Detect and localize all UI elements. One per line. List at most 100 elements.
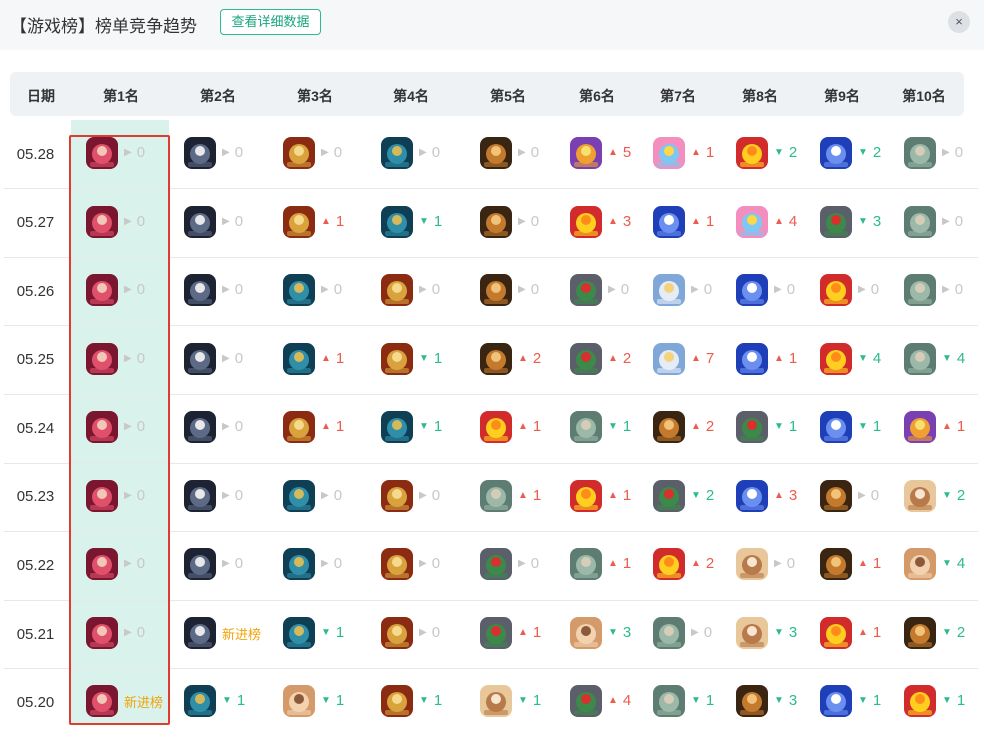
rank-cell[interactable]: ▲ 1 — [653, 206, 743, 240]
rank-cell[interactable]: ▲ 4 — [736, 206, 826, 240]
tiger-warrior-game-icon[interactable] — [820, 480, 852, 512]
dark-swordsman-game-icon[interactable] — [184, 206, 216, 238]
tiger-warrior-game-icon[interactable] — [653, 411, 685, 443]
rank-cell[interactable]: ▼ 1 — [381, 411, 471, 445]
rank-cell[interactable]: ▶ 0 — [184, 548, 274, 582]
purple-cannon-game-icon[interactable] — [570, 137, 602, 169]
golden-armor-hero-game-icon[interactable] — [381, 548, 413, 580]
rank-cell[interactable]: ▲ 1 — [283, 411, 373, 445]
anime-girl-game-icon[interactable] — [480, 685, 512, 717]
yellow-duck-game-icon[interactable] — [736, 137, 768, 169]
yellow-duck-game-icon[interactable] — [570, 480, 602, 512]
blue-penguin-game-icon[interactable] — [820, 685, 852, 717]
teal-tank-game-icon[interactable] — [381, 206, 413, 238]
yellow-duck-game-icon[interactable] — [480, 411, 512, 443]
rank-cell[interactable]: ▼ 1 — [820, 411, 910, 445]
rank-cell[interactable]: ▶ 0 — [904, 274, 984, 308]
rank-cell[interactable]: ▼ 1 — [904, 685, 984, 719]
rank-cell[interactable]: ▼ 1 — [283, 617, 373, 651]
rank-cell[interactable]: ▼ 1 — [736, 411, 826, 445]
blue-penguin-game-icon[interactable] — [820, 137, 852, 169]
rank-cell[interactable]: ▲ 1 — [820, 617, 910, 651]
racing-road-game-icon[interactable] — [480, 548, 512, 580]
rank-cell[interactable]: ▼ 1 — [381, 206, 471, 240]
racing-road-game-icon[interactable] — [820, 206, 852, 238]
teal-tank-game-icon[interactable] — [283, 548, 315, 580]
tiger-warrior-game-icon[interactable] — [736, 685, 768, 717]
rank-cell[interactable]: ▶ 0 — [283, 137, 373, 171]
blue-penguin-game-icon[interactable] — [736, 343, 768, 375]
rank-cell[interactable]: ▼ 2 — [904, 480, 984, 514]
rank-cell[interactable]: ▲ 2 — [570, 343, 660, 377]
rank-cell[interactable]: ▲ 4 — [570, 685, 660, 719]
golden-armor-hero-game-icon[interactable] — [381, 617, 413, 649]
rank-cell[interactable]: ▶ 0 — [381, 617, 471, 651]
rank-cell[interactable]: ▶ 0 — [184, 343, 274, 377]
teal-tank-game-icon[interactable] — [184, 685, 216, 717]
rank-cell[interactable]: ▼ 4 — [820, 343, 910, 377]
golden-armor-hero-game-icon[interactable] — [381, 343, 413, 375]
rank-cell[interactable]: ▲ 5 — [570, 137, 660, 171]
golden-armor-hero-game-icon[interactable] — [283, 411, 315, 443]
rank-cell[interactable]: ▼ 1 — [184, 685, 274, 719]
teal-tank-game-icon[interactable] — [381, 137, 413, 169]
rank-cell[interactable]: ▲ 1 — [283, 343, 373, 377]
stone-face-game-icon[interactable] — [904, 343, 936, 375]
golden-armor-hero-game-icon[interactable] — [381, 480, 413, 512]
stone-face-game-icon[interactable] — [570, 411, 602, 443]
yellow-duck-game-icon[interactable] — [653, 548, 685, 580]
yellow-duck-game-icon[interactable] — [820, 343, 852, 375]
blue-penguin-game-icon[interactable] — [736, 480, 768, 512]
yellow-duck-game-icon[interactable] — [570, 206, 602, 238]
dark-swordsman-game-icon[interactable] — [184, 617, 216, 649]
rank-cell[interactable]: ▼ 2 — [904, 617, 984, 651]
rank-cell[interactable]: ▲ 1 — [480, 480, 570, 514]
rank-cell[interactable]: ▲ 1 — [480, 617, 570, 651]
rank-cell[interactable]: ▼ 1 — [283, 685, 373, 719]
pink-party-game-icon[interactable] — [736, 206, 768, 238]
dancing-girl-game-icon[interactable] — [283, 685, 315, 717]
rank-cell[interactable]: ▼ 2 — [736, 137, 826, 171]
anime-girl-game-icon[interactable] — [904, 480, 936, 512]
rank-cell[interactable]: ▲ 1 — [736, 343, 826, 377]
yellow-duck-game-icon[interactable] — [820, 274, 852, 306]
rank-cell[interactable]: ▼ 1 — [820, 685, 910, 719]
blue-penguin-game-icon[interactable] — [820, 411, 852, 443]
blue-penguin-game-icon[interactable] — [653, 206, 685, 238]
rank-cell[interactable]: ▶ 0 — [184, 411, 274, 445]
rank-cell[interactable]: 新进榜 — [184, 617, 274, 651]
dark-swordsman-game-icon[interactable] — [184, 480, 216, 512]
stone-face-game-icon[interactable] — [653, 617, 685, 649]
rank-cell[interactable]: ▶ 0 — [184, 137, 274, 171]
rank-cell[interactable]: ▼ 1 — [381, 343, 471, 377]
dark-swordsman-game-icon[interactable] — [184, 411, 216, 443]
stone-face-game-icon[interactable] — [904, 137, 936, 169]
racing-road-game-icon[interactable] — [570, 274, 602, 306]
rank-cell[interactable]: ▼ 3 — [736, 685, 826, 719]
rank-cell[interactable]: ▲ 7 — [653, 343, 743, 377]
dark-swordsman-game-icon[interactable] — [184, 137, 216, 169]
tiger-warrior-game-icon[interactable] — [480, 206, 512, 238]
blue-penguin-game-icon[interactable] — [736, 274, 768, 306]
tiger-warrior-game-icon[interactable] — [904, 617, 936, 649]
rank-cell[interactable]: ▶ 0 — [480, 137, 570, 171]
tiger-warrior-game-icon[interactable] — [480, 274, 512, 306]
rank-cell[interactable]: ▶ 0 — [736, 548, 826, 582]
rank-cell[interactable]: ▶ 0 — [904, 206, 984, 240]
rank-cell[interactable]: ▼ 3 — [570, 617, 660, 651]
yellow-duck-game-icon[interactable] — [820, 617, 852, 649]
rank-cell[interactable]: ▼ 3 — [736, 617, 826, 651]
racing-road-game-icon[interactable] — [480, 617, 512, 649]
rank-cell[interactable]: ▼ 4 — [904, 548, 984, 582]
rank-cell[interactable]: ▲ 1 — [480, 411, 570, 445]
rank-cell[interactable]: ▶ 0 — [283, 480, 373, 514]
rank-cell[interactable]: ▶ 0 — [283, 274, 373, 308]
golden-armor-hero-game-icon[interactable] — [283, 206, 315, 238]
teal-tank-game-icon[interactable] — [283, 617, 315, 649]
dark-swordsman-game-icon[interactable] — [184, 274, 216, 306]
rank-cell[interactable]: ▶ 0 — [381, 137, 471, 171]
stone-face-game-icon[interactable] — [904, 274, 936, 306]
stone-face-game-icon[interactable] — [904, 206, 936, 238]
rank-cell[interactable]: ▼ 2 — [820, 137, 910, 171]
rank-cell[interactable]: ▶ 0 — [570, 274, 660, 308]
